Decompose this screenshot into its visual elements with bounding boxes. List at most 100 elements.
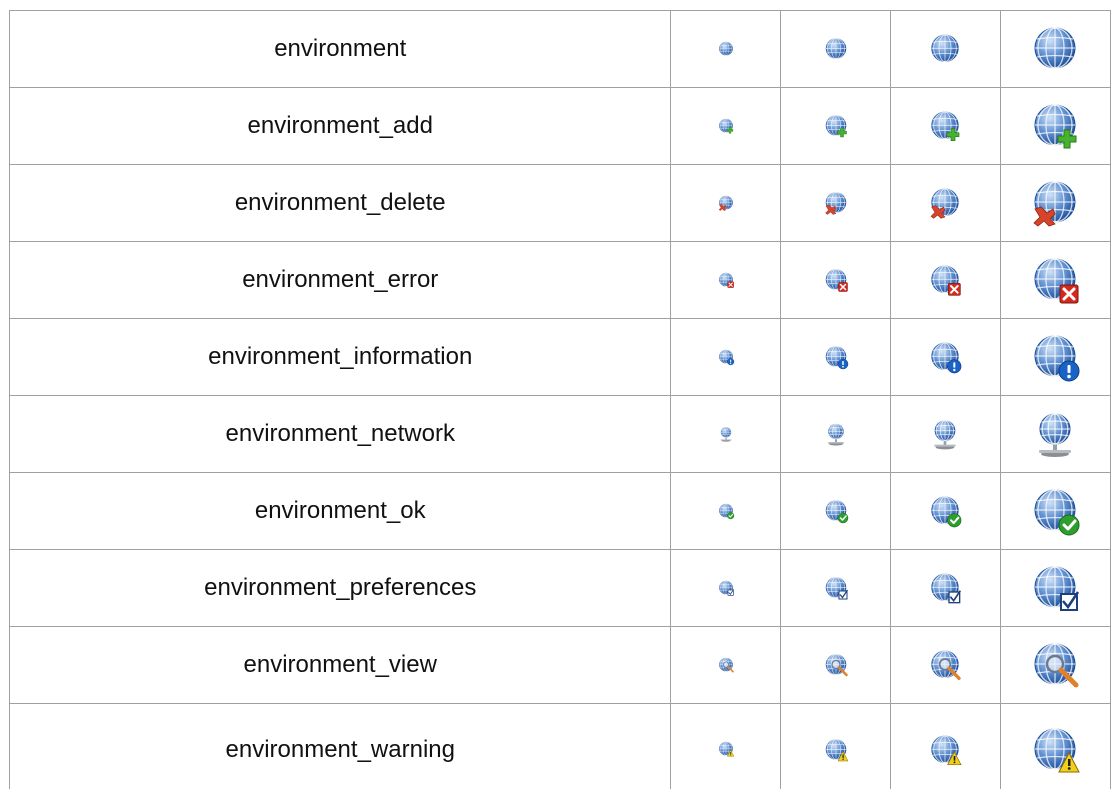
globe-preferences-icon: [929, 572, 961, 604]
globe-icon: [718, 41, 734, 57]
icon-cell-16: [671, 473, 781, 550]
icon-cell-16: [671, 11, 781, 88]
icon-cell-32: [890, 627, 1000, 704]
globe-error-icon: [929, 264, 961, 296]
icon-name: environment_delete: [10, 165, 671, 242]
icon-cell-48: [1000, 550, 1110, 627]
icon-cell-32: [890, 319, 1000, 396]
table-row: environment_preferences: [10, 550, 1111, 627]
icon-cell-16: [671, 319, 781, 396]
globe-network-icon: [718, 426, 734, 442]
globe-preferences-icon: [1031, 564, 1079, 612]
icon-cell-24: [781, 165, 891, 242]
icon-cell-48: [1000, 242, 1110, 319]
globe-warning-icon: [718, 741, 734, 757]
globe-icon: [929, 33, 961, 65]
icon-name: environment: [10, 11, 671, 88]
icon-cell-48: [1000, 88, 1110, 165]
icon-cell-24: [781, 242, 891, 319]
globe-ok-icon: [1031, 487, 1079, 535]
icon-cell-32: [890, 550, 1000, 627]
globe-warning-icon: [824, 738, 848, 762]
globe-delete-icon: [718, 195, 734, 211]
globe-add-icon: [824, 114, 848, 138]
globe-view-icon: [1031, 641, 1079, 689]
table-row: environment_network: [10, 396, 1111, 473]
icon-cell-48: [1000, 473, 1110, 550]
icon-cell-16: [671, 88, 781, 165]
table-row: environment_ok: [10, 473, 1111, 550]
globe-view-icon: [718, 657, 734, 673]
globe-delete-icon: [929, 187, 961, 219]
icon-table: environmentenvironment_addenvironment_de…: [9, 10, 1111, 789]
icon-cell-24: [781, 88, 891, 165]
globe-preferences-icon: [824, 576, 848, 600]
globe-ok-icon: [824, 499, 848, 523]
icon-cell-16: [671, 165, 781, 242]
globe-view-icon: [929, 649, 961, 681]
globe-ok-icon: [929, 495, 961, 527]
icon-cell-32: [890, 165, 1000, 242]
globe-information-icon: [929, 341, 961, 373]
icon-cell-16: [671, 704, 781, 789]
icon-cell-16: [671, 627, 781, 704]
globe-network-icon: [929, 418, 961, 450]
icon-name: environment_view: [10, 627, 671, 704]
globe-warning-icon: [1031, 726, 1079, 774]
globe-add-icon: [929, 110, 961, 142]
globe-delete-icon: [1031, 179, 1079, 227]
globe-information-icon: [1031, 333, 1079, 381]
icon-cell-48: [1000, 396, 1110, 473]
globe-information-icon: [718, 349, 734, 365]
globe-error-icon: [824, 268, 848, 292]
icon-table-body: environmentenvironment_addenvironment_de…: [10, 11, 1111, 789]
table-row: environment_delete: [10, 165, 1111, 242]
globe-error-icon: [718, 272, 734, 288]
globe-error-icon: [1031, 256, 1079, 304]
icon-cell-32: [890, 473, 1000, 550]
icon-cell-32: [890, 704, 1000, 789]
globe-add-icon: [718, 118, 734, 134]
table-row: environment_add: [10, 88, 1111, 165]
icon-cell-24: [781, 550, 891, 627]
icon-cell-48: [1000, 704, 1110, 789]
globe-preferences-icon: [718, 580, 734, 596]
icon-cell-16: [671, 396, 781, 473]
table-row: environment_warning: [10, 704, 1111, 789]
globe-icon: [824, 37, 848, 61]
icon-name: environment_error: [10, 242, 671, 319]
globe-ok-icon: [718, 503, 734, 519]
table-row: environment_information: [10, 319, 1111, 396]
icon-cell-32: [890, 396, 1000, 473]
icon-name: environment_preferences: [10, 550, 671, 627]
icon-name: environment_warning: [10, 704, 671, 789]
icon-name: environment_ok: [10, 473, 671, 550]
globe-warning-icon: [929, 734, 961, 766]
table-row: environment_view: [10, 627, 1111, 704]
icon-cell-24: [781, 704, 891, 789]
icon-cell-24: [781, 319, 891, 396]
icon-cell-32: [890, 88, 1000, 165]
globe-icon: [1031, 25, 1079, 73]
icon-cell-24: [781, 11, 891, 88]
icon-cell-48: [1000, 319, 1110, 396]
icon-cell-48: [1000, 165, 1110, 242]
table-row: environment_error: [10, 242, 1111, 319]
globe-view-icon: [824, 653, 848, 677]
globe-network-icon: [1031, 410, 1079, 458]
icon-cell-16: [671, 550, 781, 627]
icon-cell-32: [890, 11, 1000, 88]
icon-cell-32: [890, 242, 1000, 319]
globe-delete-icon: [824, 191, 848, 215]
icon-cell-16: [671, 242, 781, 319]
icon-name: environment_information: [10, 319, 671, 396]
globe-network-icon: [824, 422, 848, 446]
icon-cell-24: [781, 396, 891, 473]
icon-cell-48: [1000, 11, 1110, 88]
globe-information-icon: [824, 345, 848, 369]
icon-cell-24: [781, 627, 891, 704]
table-row: environment: [10, 11, 1111, 88]
icon-name: environment_add: [10, 88, 671, 165]
globe-add-icon: [1031, 102, 1079, 150]
icon-cell-24: [781, 473, 891, 550]
